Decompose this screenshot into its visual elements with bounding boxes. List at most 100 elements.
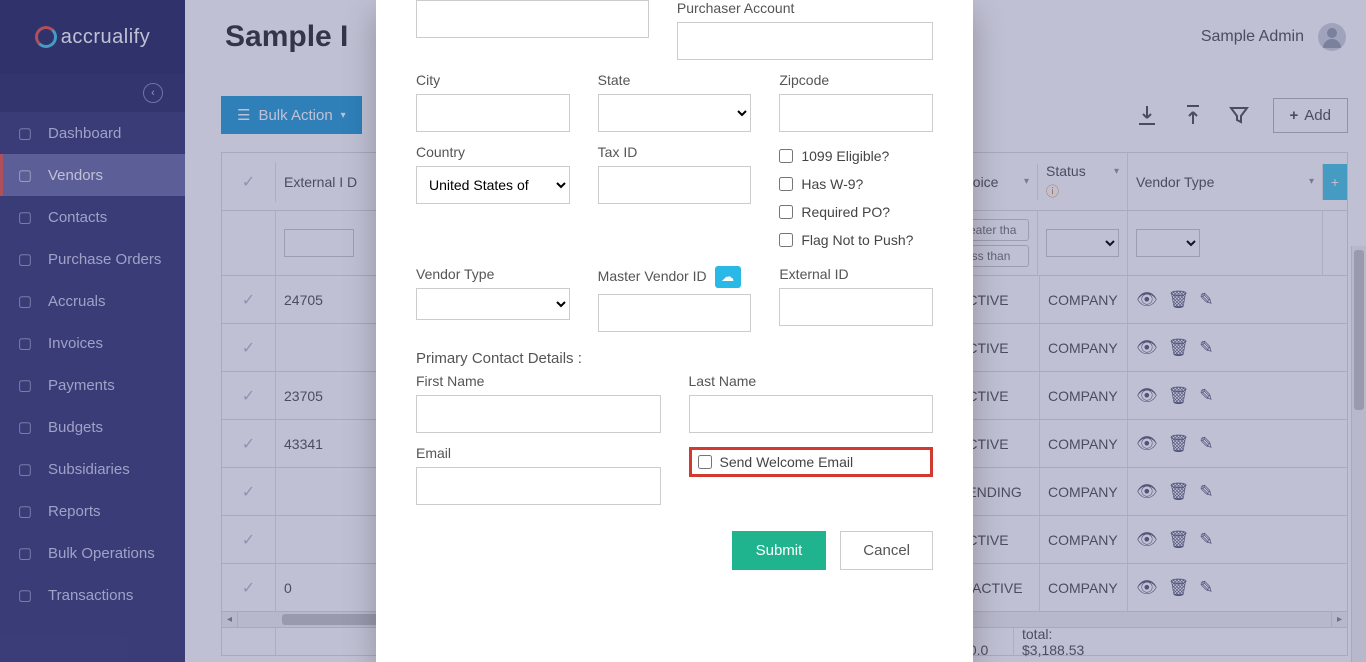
edit-icon[interactable]: ✎ xyxy=(1199,530,1213,550)
sidebar-item-vendors[interactable]: ▢Vendors xyxy=(0,154,185,196)
edit-icon[interactable]: ✎ xyxy=(1199,578,1213,598)
sidebar-item-label: Purchase Orders xyxy=(48,251,161,268)
field-unknown-top[interactable] xyxy=(416,0,649,38)
add-label: Add xyxy=(1304,107,1331,124)
sidebar-item-subsidiaries[interactable]: ▢Subsidiaries xyxy=(0,448,185,490)
checkbox-required-po[interactable]: Required PO? xyxy=(779,204,933,220)
view-icon[interactable]: 👁 xyxy=(1136,530,1158,550)
row-checkbox[interactable]: ✓ xyxy=(242,338,255,358)
cloud-icon[interactable]: ☁ xyxy=(715,266,741,288)
avatar[interactable] xyxy=(1318,23,1346,51)
filter-icon[interactable] xyxy=(1227,103,1251,127)
delete-icon[interactable]: 🗑 xyxy=(1168,578,1190,598)
zipcode-field[interactable] xyxy=(779,94,933,132)
upload-icon[interactable] xyxy=(1181,103,1205,127)
scroll-left-icon[interactable]: ◂ xyxy=(222,612,238,627)
warning-icon: ⓘ xyxy=(1046,181,1059,200)
nav-icon: ▢ xyxy=(16,460,34,478)
label-tax-id: Tax ID xyxy=(598,144,752,160)
col-status[interactable]: Status▾ⓘ xyxy=(1038,153,1128,210)
sort-icon: ▾ xyxy=(1024,176,1029,187)
delete-icon[interactable]: 🗑 xyxy=(1168,386,1190,406)
cancel-button[interactable]: Cancel xyxy=(840,531,933,570)
checkbox-all[interactable]: ✓ xyxy=(242,172,255,192)
delete-icon[interactable]: 🗑 xyxy=(1168,290,1190,310)
row-checkbox[interactable]: ✓ xyxy=(242,482,255,502)
last-name-field[interactable] xyxy=(689,395,934,433)
edit-icon[interactable]: ✎ xyxy=(1199,290,1213,310)
row-checkbox[interactable]: ✓ xyxy=(242,530,255,550)
purchaser-account-field[interactable] xyxy=(677,22,933,60)
scroll-thumb[interactable] xyxy=(1354,250,1364,410)
row-checkbox[interactable]: ✓ xyxy=(242,290,255,310)
filter-status[interactable] xyxy=(1046,229,1119,257)
city-field[interactable] xyxy=(416,94,570,132)
sidebar-item-budgets[interactable]: ▢Budgets xyxy=(0,406,185,448)
label-first-name: First Name xyxy=(416,373,661,389)
scroll-right-icon[interactable]: ▸ xyxy=(1331,612,1347,627)
row-checkbox[interactable]: ✓ xyxy=(242,386,255,406)
label-city: City xyxy=(416,72,570,88)
nav-icon: ▢ xyxy=(16,292,34,310)
label-master-vendor-id: Master Vendor ID☁ xyxy=(598,266,752,288)
add-column-button[interactable]: + xyxy=(1323,164,1347,200)
row-checkbox[interactable]: ✓ xyxy=(242,434,255,454)
edit-icon[interactable]: ✎ xyxy=(1199,386,1213,406)
row-checkbox[interactable]: ✓ xyxy=(242,578,255,598)
state-select[interactable] xyxy=(598,94,752,132)
filter-external-id[interactable] xyxy=(284,229,354,257)
checkbox-has-w9[interactable]: Has W-9? xyxy=(779,176,933,192)
add-button[interactable]: + Add xyxy=(1273,98,1348,133)
view-icon[interactable]: 👁 xyxy=(1136,386,1158,406)
view-icon[interactable]: 👁 xyxy=(1136,434,1158,454)
tax-id-field[interactable] xyxy=(598,166,752,204)
vendor-type-select[interactable] xyxy=(416,288,570,320)
nav-icon: ▢ xyxy=(16,586,34,604)
sort-icon: ▾ xyxy=(1114,166,1119,177)
checkbox-flag-not-push[interactable]: Flag Not to Push? xyxy=(779,232,933,248)
label-external-id: External ID xyxy=(779,266,933,282)
sidebar-item-accruals[interactable]: ▢Accruals xyxy=(0,280,185,322)
edit-icon[interactable]: ✎ xyxy=(1199,482,1213,502)
sidebar-item-contacts[interactable]: ▢Contacts xyxy=(0,196,185,238)
sidebar-item-reports[interactable]: ▢Reports xyxy=(0,490,185,532)
view-icon[interactable]: 👁 xyxy=(1136,482,1158,502)
sidebar-item-transactions[interactable]: ▢Transactions xyxy=(0,574,185,616)
download-icon[interactable] xyxy=(1135,103,1159,127)
external-id-field[interactable] xyxy=(779,288,933,326)
first-name-field[interactable] xyxy=(416,395,661,433)
delete-icon[interactable]: 🗑 xyxy=(1168,434,1190,454)
cell-vendor-type: COMPANY xyxy=(1040,324,1128,371)
sidebar-item-payments[interactable]: ▢Payments xyxy=(0,364,185,406)
label-purchaser-account: Purchaser Account xyxy=(677,0,933,16)
view-icon[interactable]: 👁 xyxy=(1136,578,1158,598)
cell-vendor-type: COMPANY xyxy=(1040,276,1128,323)
cell-vendor-type: COMPANY xyxy=(1040,372,1128,419)
sidebar-item-purchase-orders[interactable]: ▢Purchase Orders xyxy=(0,238,185,280)
country-select[interactable]: United States of xyxy=(416,166,570,204)
master-vendor-id-field[interactable] xyxy=(598,294,752,332)
delete-icon[interactable]: 🗑 xyxy=(1168,530,1190,550)
filter-vendor-type[interactable] xyxy=(1136,229,1200,257)
view-icon[interactable]: 👁 xyxy=(1136,338,1158,358)
cell-vendor-type: COMPANY xyxy=(1040,516,1128,563)
vertical-scrollbar[interactable] xyxy=(1351,246,1366,662)
vendor-form-modal: Purchaser Account City State Zipcode Cou… xyxy=(376,0,973,662)
checkbox-1099-eligible[interactable]: 1099 Eligible? xyxy=(779,148,933,164)
bulk-action-button[interactable]: ☰ Bulk Action ▾ xyxy=(221,96,362,134)
edit-icon[interactable]: ✎ xyxy=(1199,434,1213,454)
sidebar-item-label: Reports xyxy=(48,503,101,520)
view-icon[interactable]: 👁 xyxy=(1136,290,1158,310)
sidebar-item-bulk-operations[interactable]: ▢Bulk Operations xyxy=(0,532,185,574)
sidebar-item-dashboard[interactable]: ▢Dashboard xyxy=(0,112,185,154)
sidebar-item-invoices[interactable]: ▢Invoices xyxy=(0,322,185,364)
cell-vendor-type: COMPANY xyxy=(1040,564,1128,611)
checkbox-send-welcome-email[interactable]: Send Welcome Email xyxy=(698,454,854,470)
edit-icon[interactable]: ✎ xyxy=(1199,338,1213,358)
delete-icon[interactable]: 🗑 xyxy=(1168,338,1190,358)
email-field[interactable] xyxy=(416,467,661,505)
submit-button[interactable]: Submit xyxy=(732,531,827,570)
delete-icon[interactable]: 🗑 xyxy=(1168,482,1190,502)
sidebar-collapse-button[interactable]: ‹ xyxy=(143,83,163,103)
col-vendor-type[interactable]: Vendor Type▾ xyxy=(1128,164,1323,200)
